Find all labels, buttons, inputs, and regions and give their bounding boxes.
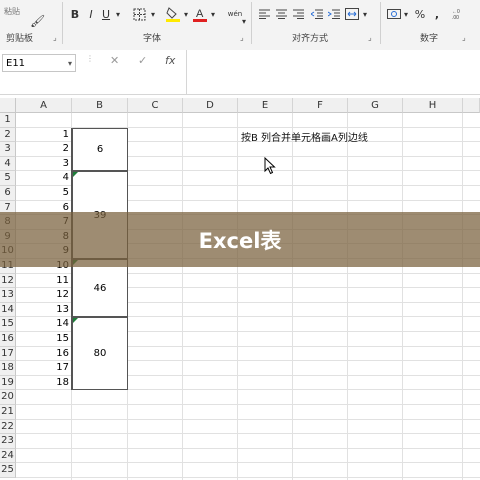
format-painter-icon[interactable]: 🖌 — [30, 12, 45, 30]
merged-cell-b[interactable]: 46 — [72, 259, 128, 318]
column-gridline — [402, 113, 403, 480]
ribbon-separator — [251, 2, 252, 44]
decrease-indent-icon[interactable] — [310, 5, 324, 23]
merge-center-icon[interactable] — [344, 5, 360, 23]
row-header-25[interactable]: 25 — [0, 463, 16, 478]
underline-dropdown-icon[interactable]: ▾ — [113, 5, 123, 23]
column-header-partial[interactable] — [463, 98, 480, 113]
row-header-1[interactable]: 1 — [0, 113, 16, 128]
name-box-value: E11 — [6, 58, 26, 69]
row-gridline — [16, 462, 480, 464]
column-header-a[interactable]: A — [16, 98, 72, 113]
column-header-d[interactable]: D — [183, 98, 238, 113]
row-header-3[interactable]: 3 — [0, 142, 16, 157]
row-header-14[interactable]: 14 — [0, 302, 16, 318]
row-gridline — [16, 404, 480, 405]
phonetic-dropdown-icon[interactable]: ▾ — [240, 12, 248, 30]
increase-indent-icon[interactable] — [327, 5, 341, 23]
alignment-group-label: 对齐方式 — [292, 34, 329, 44]
row-header-20[interactable]: 20 — [0, 390, 16, 405]
fill-color-dropdown-icon[interactable]: ▾ — [182, 5, 190, 23]
row-header-17[interactable]: 17 — [0, 346, 16, 362]
cancel-icon[interactable]: ✕ — [110, 54, 119, 67]
column-gridline — [292, 113, 293, 480]
column-gridline — [462, 113, 463, 480]
merged-cell-b[interactable]: 6 — [72, 127, 128, 172]
column-gridline — [347, 113, 348, 480]
italic-button[interactable]: I — [84, 5, 98, 23]
fill-color-icon[interactable] — [165, 5, 181, 23]
row-header-4[interactable]: 4 — [0, 156, 16, 172]
svg-text:.00: .00 — [452, 15, 459, 20]
name-box-dropdown-icon[interactable]: ▾ — [68, 55, 72, 73]
ribbon-separator — [62, 2, 63, 44]
merged-cell-b[interactable]: 80 — [72, 317, 128, 391]
formula-bar-grip-icon: ⋮ — [86, 54, 94, 63]
row-gridline — [16, 477, 480, 478]
alignment-launcher-icon[interactable]: ⌟ — [368, 33, 372, 42]
formula-indicator-icon — [73, 172, 78, 178]
formula-bar: E11 ▾ ⋮ ✕ ✓ fx — [0, 50, 480, 95]
border-dropdown-icon[interactable]: ▾ — [149, 5, 157, 23]
row-header-6[interactable]: 6 — [0, 186, 16, 201]
row-gridline — [16, 433, 480, 435]
name-box[interactable]: E11 ▾ — [2, 54, 76, 72]
title-banner: Excel表 — [0, 212, 480, 267]
bold-button[interactable]: B — [68, 5, 82, 23]
column-header-f[interactable]: F — [293, 98, 348, 113]
row-header-19[interactable]: 19 — [0, 375, 16, 391]
underline-button[interactable]: U — [99, 5, 113, 23]
select-all-corner[interactable] — [0, 98, 16, 113]
clipboard-launcher-icon[interactable]: ⌟ — [53, 33, 57, 42]
column-header-h[interactable]: H — [403, 98, 463, 113]
formula-indicator-icon — [73, 318, 78, 324]
align-right-icon[interactable] — [291, 5, 305, 23]
instruction-text: 按B 列合并单元格画A列边线 — [241, 133, 368, 144]
row-header-5[interactable]: 5 — [0, 171, 16, 186]
row-header-2[interactable]: 2 — [0, 127, 16, 143]
row-header-15[interactable]: 15 — [0, 317, 16, 332]
worksheet-grid[interactable]: ABCDEFGH 1234567891011121314151617181920… — [0, 98, 480, 480]
border-icon[interactable] — [130, 5, 148, 23]
font-color-icon[interactable]: A — [192, 5, 208, 23]
enter-icon[interactable]: ✓ — [138, 54, 147, 67]
font-color-dropdown-icon[interactable]: ▾ — [209, 5, 217, 23]
column-header-c[interactable]: C — [128, 98, 183, 113]
row-header-23[interactable]: 23 — [0, 434, 16, 449]
merge-dropdown-icon[interactable]: ▾ — [361, 5, 369, 23]
formula-input[interactable] — [186, 50, 480, 94]
row-header-16[interactable]: 16 — [0, 332, 16, 347]
ribbon-separator — [380, 2, 381, 44]
font-group-label: 字体 — [143, 34, 162, 44]
accounting-format-icon[interactable] — [386, 5, 402, 23]
row-gridline — [16, 447, 480, 449]
column-gridline — [182, 113, 183, 480]
accounting-dropdown-icon[interactable]: ▾ — [402, 5, 410, 23]
insert-function-button[interactable]: fx — [165, 54, 175, 67]
column-header-e[interactable]: E — [238, 98, 293, 113]
align-left-icon[interactable] — [257, 5, 271, 23]
comma-style-button[interactable]: , — [432, 5, 442, 23]
ribbon: 粘贴 🖌 剪贴板 ⌟ B I U ▾ ▾ ▾ A ▾ wén ▾ 字体 ⌟ ▾ … — [0, 0, 480, 51]
row-header-12[interactable]: 12 — [0, 273, 16, 289]
row-header-22[interactable]: 22 — [0, 419, 16, 435]
row-header-21[interactable]: 21 — [0, 405, 16, 420]
number-group-label: 数字 — [420, 34, 439, 44]
mouse-cursor-icon — [264, 156, 276, 179]
increase-decimal-icon[interactable]: ←0.00 — [452, 5, 468, 23]
column-gridline — [237, 113, 238, 480]
font-launcher-icon[interactable]: ⌟ — [240, 33, 244, 42]
column-header-g[interactable]: G — [348, 98, 403, 113]
number-launcher-icon[interactable]: ⌟ — [462, 33, 466, 42]
row-header-24[interactable]: 24 — [0, 448, 16, 464]
svg-text:A: A — [196, 8, 204, 20]
row-header-13[interactable]: 13 — [0, 288, 16, 303]
row-header-18[interactable]: 18 — [0, 361, 16, 376]
column-header-b[interactable]: B — [72, 98, 128, 113]
clipboard-group-label: 剪贴板 — [6, 34, 34, 44]
paste-button[interactable]: 粘贴 — [4, 2, 20, 20]
row-gridline — [16, 418, 480, 420]
align-center-icon[interactable] — [274, 5, 288, 23]
percent-button[interactable]: % — [413, 5, 427, 23]
